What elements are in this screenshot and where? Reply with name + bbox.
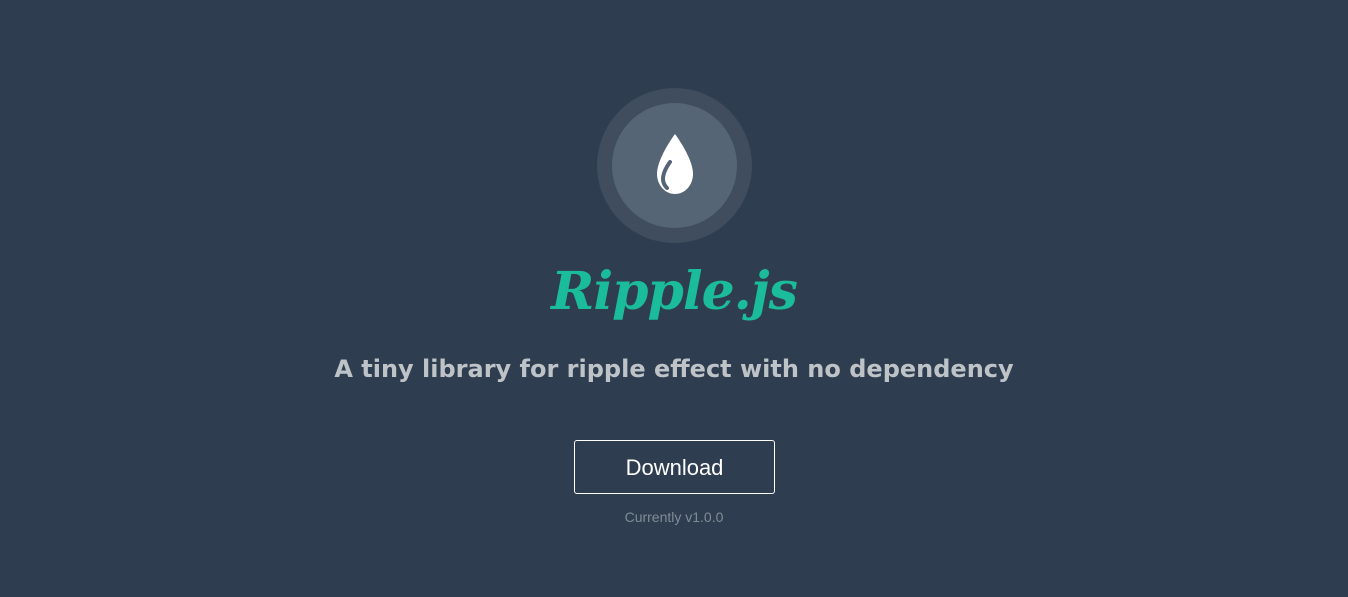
page-title: Ripple.js — [551, 261, 798, 322]
water-drop-icon — [657, 134, 693, 194]
download-button[interactable]: Download — [574, 440, 775, 494]
hero-section: Ripple.js A tiny library for ripple effe… — [0, 0, 1348, 597]
version-text: Currently v1.0.0 — [624, 509, 724, 525]
logo-badge-inner — [612, 103, 737, 228]
logo-badge — [597, 88, 752, 243]
tagline: A tiny library for ripple effect with no… — [334, 355, 1014, 383]
